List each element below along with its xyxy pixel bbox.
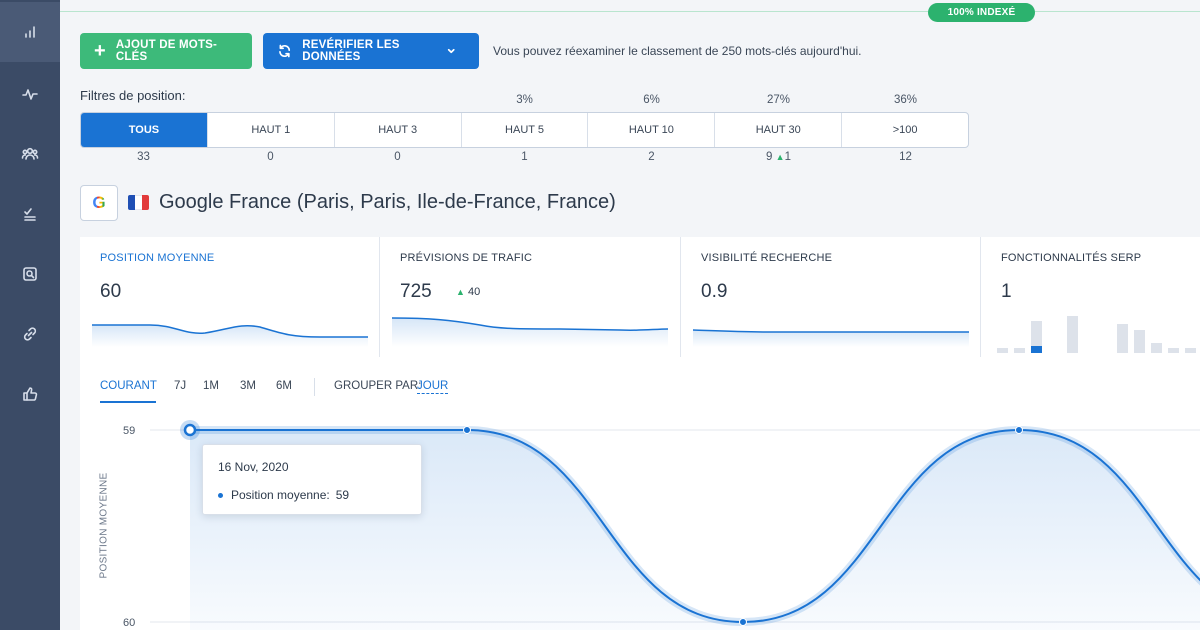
filter-tab-top10[interactable]: HAUT 10 xyxy=(588,113,716,147)
metric-value: 60 xyxy=(100,281,122,302)
thumbs-up-icon xyxy=(23,387,38,401)
metric-card-serp-features[interactable]: FONCTIONNALITÉS SERP 1 xyxy=(981,237,1200,357)
filter-count: 0 xyxy=(267,151,274,163)
position-filter-bar: TOUS HAUT 1 HAUT 3 HAUT 5 HAUT 10 HAUT 3… xyxy=(80,112,969,148)
range-tab-current[interactable]: COURANT xyxy=(100,380,157,392)
filters-title: Filtres de position: xyxy=(80,88,186,103)
range-tab-7d[interactable]: 7J xyxy=(174,380,186,392)
filter-count-change: 1 xyxy=(784,151,791,163)
y-axis-label: POSITION MOYENNE xyxy=(98,472,110,579)
nav-audit[interactable] xyxy=(0,244,60,304)
link-icon xyxy=(23,327,37,341)
filter-count: 33 xyxy=(137,151,150,163)
users-icon xyxy=(21,147,39,160)
metric-card-avg-position[interactable]: POSITION MOYENNE 60 xyxy=(80,237,380,357)
range-tab-1m[interactable]: 1M xyxy=(203,380,219,392)
controls-divider xyxy=(314,378,315,396)
nav-activity[interactable] xyxy=(0,64,60,124)
filter-tab-top30[interactable]: HAUT 30 xyxy=(715,113,843,147)
metric-value: 725 xyxy=(400,281,432,302)
filter-pct: 3% xyxy=(516,94,533,106)
filter-tab-top1[interactable]: HAUT 1 xyxy=(208,113,335,147)
chevron-down-icon xyxy=(447,48,455,54)
metric-card-search-visibility[interactable]: VISIBILITÉ RECHERCHE 0.9 xyxy=(681,237,981,357)
visibility-sparkline xyxy=(692,329,969,347)
checklist-icon xyxy=(24,208,36,221)
metric-label: FONCTIONNALITÉS SERP xyxy=(1001,252,1142,264)
nav-reviews[interactable] xyxy=(0,364,60,424)
up-arrow-icon: ▲ xyxy=(456,287,465,297)
filter-count: 0 xyxy=(394,151,401,163)
y-tick-label: 60 xyxy=(123,617,136,629)
metric-delta: ▲ 40 xyxy=(456,286,480,298)
filter-pct: 27% xyxy=(766,94,791,106)
metric-cards: POSITION MOYENNE 60 PRÉVISIONS DE TRAFIC… xyxy=(80,237,1200,357)
filter-tab-top5[interactable]: HAUT 5 xyxy=(462,113,589,147)
metric-value: 1 xyxy=(1001,281,1012,302)
serp-features-bars xyxy=(997,316,1196,353)
add-keywords-button[interactable]: + AJOUT DE MOTS-CLÉS xyxy=(80,33,252,69)
nav-competitors[interactable] xyxy=(0,124,60,184)
filter-count: 1 xyxy=(521,151,528,163)
tooltip-series-label: Position moyenne: xyxy=(231,488,330,502)
filter-count: 2 xyxy=(648,151,655,163)
metric-label: POSITION MOYENNE xyxy=(100,252,215,264)
refresh-icon xyxy=(279,44,291,58)
traffic-sparkline xyxy=(391,317,669,347)
recheck-hint: Vous pouvez réexaminer le classement de … xyxy=(493,44,862,58)
nav-rankings[interactable] xyxy=(0,2,60,62)
filter-pct: 6% xyxy=(643,94,660,106)
series-dot-icon xyxy=(218,492,223,498)
filter-pct: 36% xyxy=(893,94,918,106)
nav-backlinks[interactable] xyxy=(0,304,60,364)
sidebar xyxy=(0,0,60,630)
range-tab-6m[interactable]: 6M xyxy=(276,380,292,392)
filter-tab-all[interactable]: TOUS xyxy=(81,113,208,147)
filter-count: 9 ▲1 xyxy=(715,151,842,163)
metric-value: 0.9 xyxy=(701,281,728,302)
active-range-indicator xyxy=(100,401,156,403)
group-by-label: GROUPER PAR: xyxy=(334,380,422,392)
metric-delta-value: 40 xyxy=(467,286,481,298)
up-arrow-icon: ▲ xyxy=(775,152,785,162)
tooltip-row: Position moyenne: 59 xyxy=(218,488,349,502)
filter-tab-100plus[interactable]: >100 xyxy=(842,113,968,147)
chart-tooltip: 16 Nov, 2020 Position moyenne: 59 xyxy=(202,444,422,515)
avg-position-sparkline xyxy=(92,324,368,347)
recheck-data-label: REVÉRIFIER LES DONNÉES xyxy=(302,39,400,63)
activity-icon xyxy=(22,89,38,100)
recheck-data-button[interactable]: REVÉRIFIER LES DONNÉES xyxy=(263,33,479,69)
google-logo-icon[interactable]: G xyxy=(80,185,118,221)
france-flag-icon xyxy=(128,195,149,210)
filter-tab-top3[interactable]: HAUT 3 xyxy=(335,113,462,147)
filter-count: 12 xyxy=(899,151,912,163)
add-keywords-label: AJOUT DE MOTS-CLÉS xyxy=(115,39,218,63)
search-page-icon xyxy=(23,267,37,281)
range-tab-3m[interactable]: 3M xyxy=(240,380,256,392)
google-logo-letter: G xyxy=(92,193,106,212)
y-tick-label: 59 xyxy=(123,425,136,437)
bar-chart-icon xyxy=(25,26,35,38)
indexed-badge: 100% INDEXÉ xyxy=(928,3,1035,22)
metric-label: PRÉVISIONS DE TRAFIC xyxy=(400,252,533,264)
filter-count-value: 9 xyxy=(766,151,773,163)
search-engine-title: Google France (Paris, Paris, Ile-de-Fran… xyxy=(159,191,616,213)
plus-icon: + xyxy=(94,40,106,62)
metric-card-traffic-forecast[interactable]: PRÉVISIONS DE TRAFIC 725 ▲ 40 xyxy=(380,237,681,357)
tooltip-value: 59 xyxy=(335,488,350,502)
group-by-select[interactable]: JOUR xyxy=(417,380,449,394)
metric-label: VISIBILITÉ RECHERCHE xyxy=(701,252,833,264)
tooltip-date: 16 Nov, 2020 xyxy=(218,460,289,474)
nav-tasks[interactable] xyxy=(0,184,60,244)
